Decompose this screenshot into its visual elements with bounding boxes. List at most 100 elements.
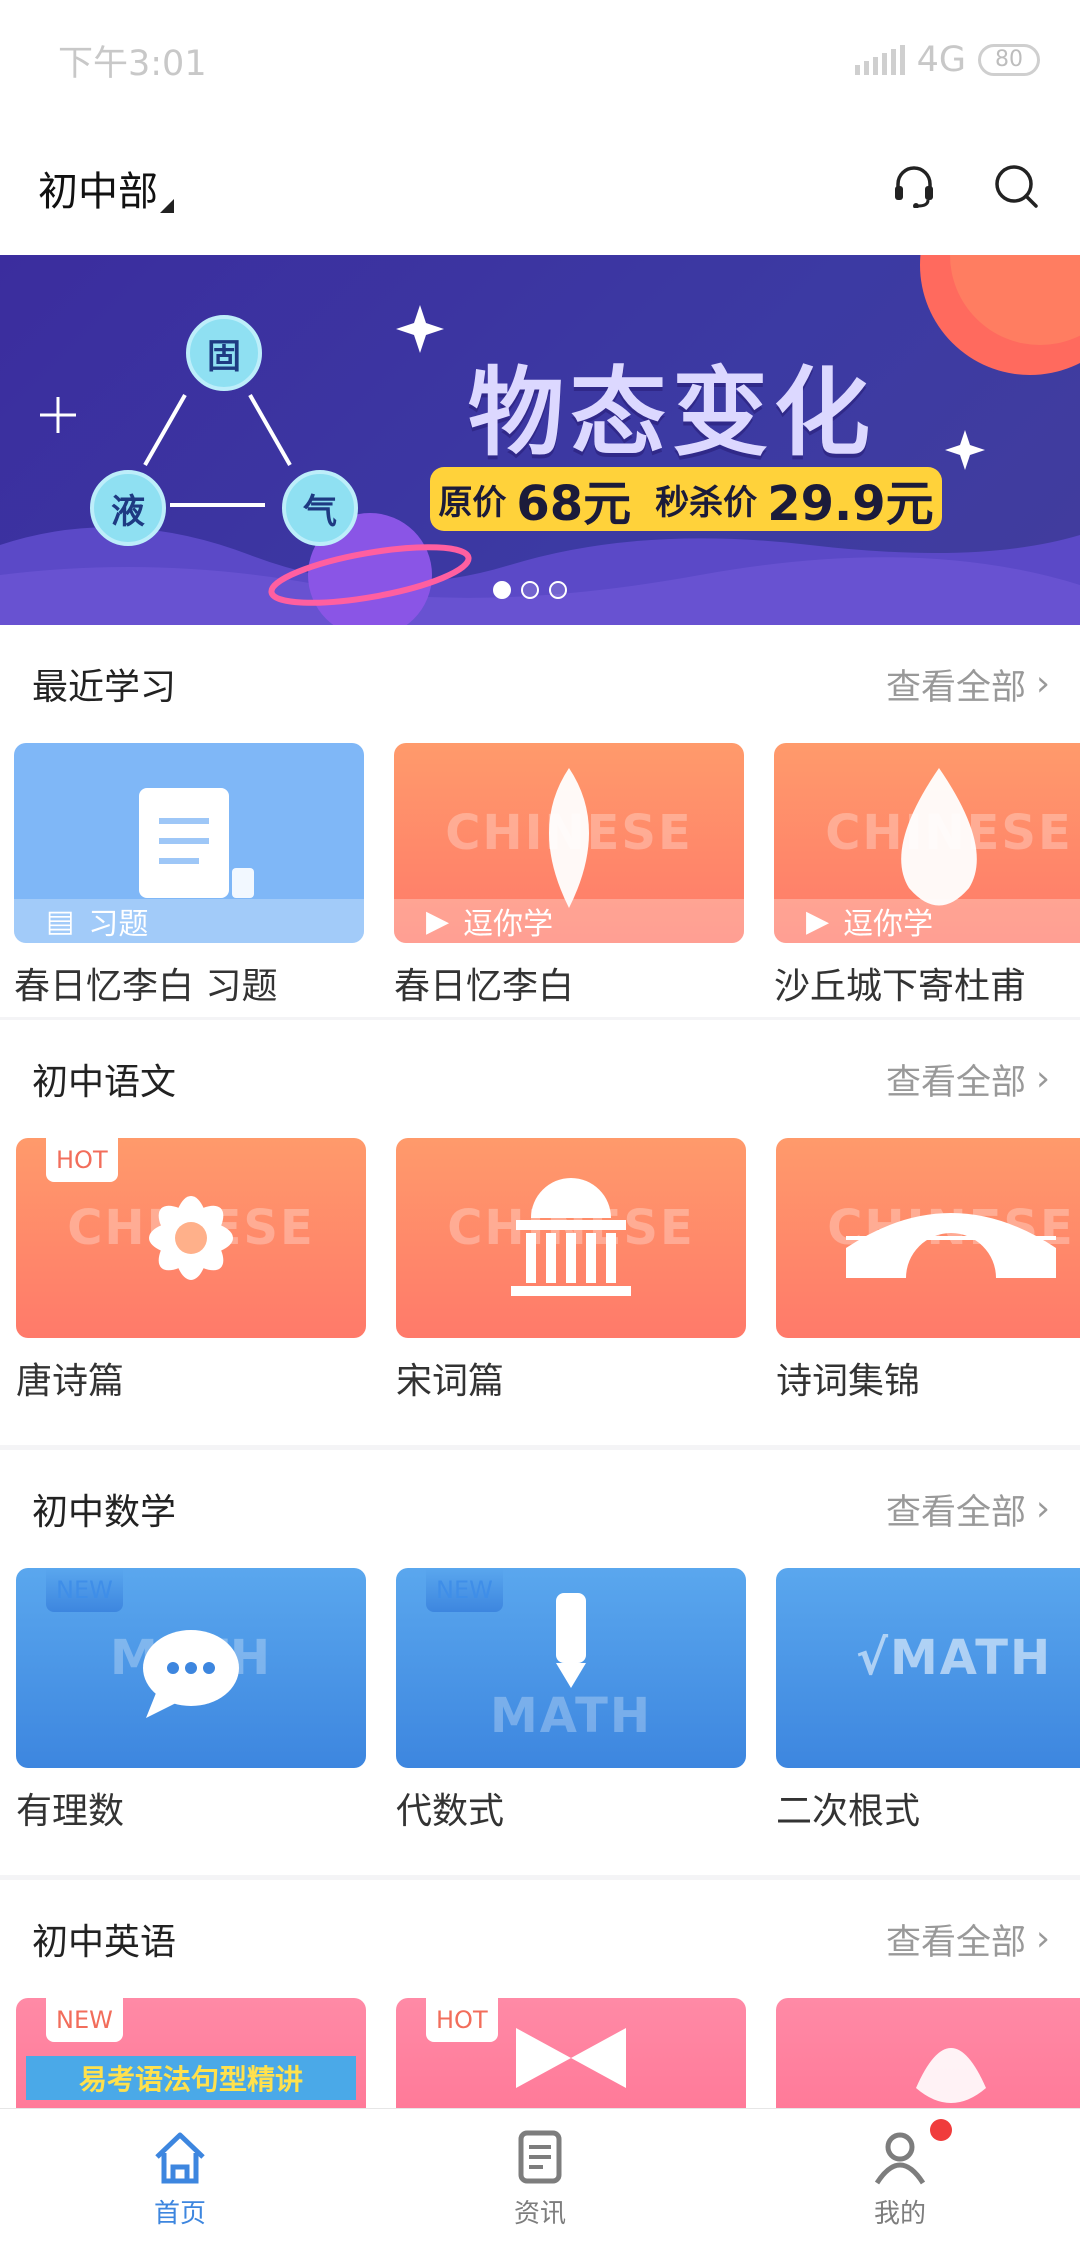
play-icon: ▶ bbox=[426, 903, 450, 939]
card-overlay-label: 逗你学 bbox=[843, 907, 934, 942]
card-overlay: ▶ 逗你学 bbox=[774, 899, 1080, 943]
section-title: 最近学习 bbox=[32, 667, 177, 708]
banner-pagination bbox=[0, 581, 1080, 599]
card-label[interactable]: 代数式 bbox=[396, 1782, 504, 1834]
card-label[interactable]: 宋词篇 bbox=[396, 1352, 504, 1404]
node-liquid: 液 bbox=[90, 470, 166, 546]
banner-price-tag: 原价 68元 秒杀价 29.9元 bbox=[430, 467, 942, 532]
search-icon[interactable] bbox=[992, 162, 1040, 214]
org-label: 初中部 bbox=[38, 168, 158, 215]
course-card[interactable]: NEW 易考语法句型精讲 bbox=[16, 1998, 366, 2108]
card-row: MATH NEW 有理数 MATH NEW 代数式 bbox=[0, 1568, 1080, 1868]
nav-label: 首页 bbox=[153, 2199, 206, 2229]
course-card[interactable]: CHINESE bbox=[776, 1138, 1080, 1338]
section-title: 初中英语 bbox=[32, 1922, 177, 1963]
banner-title: 物态变化 bbox=[468, 357, 876, 469]
section-header: 初中语文 查看全部 › bbox=[0, 1020, 1080, 1138]
hot-badge: HOT bbox=[46, 1138, 118, 1182]
new-badge: NEW bbox=[46, 1568, 123, 1612]
sale-price-label: 秒杀价 bbox=[655, 482, 758, 523]
course-card[interactable]: ▤ 习题 bbox=[14, 743, 364, 943]
pagination-dot[interactable] bbox=[521, 581, 539, 599]
building-icon bbox=[511, 1178, 631, 1296]
card-row: NEW 易考语法句型精讲 HOT bbox=[0, 1998, 1080, 2108]
promo-banner[interactable]: 固 液 气 物态变化 原价 68元 秒杀价 29.9元 bbox=[0, 255, 1080, 625]
status-time: 下午3:01 bbox=[58, 43, 207, 84]
home-icon bbox=[155, 2132, 205, 2184]
chevron-right-icon: › bbox=[1036, 1059, 1050, 1099]
card-label[interactable]: 二次根式 bbox=[776, 1782, 920, 1834]
course-card[interactable]: HOT bbox=[396, 1998, 746, 2108]
section-title: 初中数学 bbox=[32, 1492, 177, 1533]
new-badge: NEW bbox=[426, 1568, 503, 1612]
node-gas: 气 bbox=[282, 470, 358, 546]
course-card[interactable]: √MATH bbox=[776, 1568, 1080, 1768]
course-card[interactable] bbox=[776, 1998, 1080, 2108]
bridge-icon bbox=[846, 1213, 1056, 1278]
nav-label: 资讯 bbox=[513, 2199, 566, 2229]
section-math: 初中数学 查看全部 › MATH NEW 有理数 MATH bbox=[0, 1450, 1080, 1875]
signal-icon bbox=[854, 45, 905, 75]
course-card[interactable]: CHINESE ▶ 逗你学 bbox=[774, 743, 1080, 943]
course-card[interactable]: MATH NEW bbox=[396, 1568, 746, 1768]
view-all-label: 查看全部 bbox=[885, 1492, 1026, 1533]
card-label[interactable]: 唐诗篇 bbox=[16, 1352, 124, 1404]
app-home-screen: 下午3:01 4G 80 初中部 固 液 气 物态变化 原价 68元 秒杀价 2… bbox=[0, 0, 1080, 2248]
course-card[interactable]: MATH NEW bbox=[16, 1568, 366, 1768]
view-all-link[interactable]: 查看全部 › bbox=[886, 1914, 1050, 1965]
view-all-label: 查看全部 bbox=[885, 1062, 1026, 1103]
headset-icon[interactable] bbox=[892, 164, 936, 212]
section-english: 初中英语 查看全部 › NEW 易考语法句型精讲 HOT bbox=[0, 1880, 1080, 2108]
section-recent: 最近学习 查看全部 › ▤ 习题 春日忆李白 习题 ▶ 逗你学 春日忆李白 ▶ … bbox=[0, 625, 1080, 1017]
course-card[interactable]: CHINESE ▶ 逗你学 bbox=[394, 743, 744, 943]
course-card[interactable]: CHINESE bbox=[396, 1138, 746, 1338]
chevron-right-icon: › bbox=[1036, 1919, 1050, 1959]
card-overlay: ▶ 逗你学 bbox=[394, 899, 744, 943]
user-icon bbox=[874, 2132, 926, 2185]
section-header: 初中数学 查看全部 › bbox=[0, 1450, 1080, 1568]
original-price: 68元 bbox=[516, 476, 632, 532]
dropdown-triangle-icon bbox=[160, 198, 174, 213]
course-card[interactable]: CHINESE HOT bbox=[16, 1138, 366, 1338]
card-label[interactable]: 诗词集锦 bbox=[776, 1352, 920, 1404]
card-row: CHINESE HOT 唐诗篇 CHINESE bbox=[0, 1138, 1080, 1438]
view-all-link[interactable]: 查看全部 › bbox=[886, 1484, 1050, 1535]
view-all-label: 查看全部 bbox=[885, 667, 1026, 708]
pagination-dot[interactable] bbox=[493, 581, 511, 599]
notification-dot bbox=[930, 2119, 952, 2141]
card-row: ▤ 习题 春日忆李白 习题 CHINESE ▶ 逗你学 春日忆李白 CHINES… bbox=[0, 743, 1080, 1007]
header-actions bbox=[892, 162, 1040, 214]
section-header: 最近学习 查看全部 › bbox=[0, 625, 1080, 743]
card-overlay-label: 习题 bbox=[88, 907, 149, 942]
sale-price: 29.9元 bbox=[767, 476, 934, 532]
nav-label: 我的 bbox=[873, 2199, 926, 2229]
news-icon bbox=[518, 2130, 562, 2184]
lotus-icon bbox=[916, 2048, 986, 2103]
view-all-link[interactable]: 查看全部 › bbox=[886, 659, 1050, 710]
card-overlay: ▤ 习题 bbox=[14, 899, 364, 943]
section-header: 初中英语 查看全部 › bbox=[0, 1880, 1080, 1998]
course-title-banner: 易考语法句型精讲 bbox=[26, 2056, 356, 2100]
org-selector[interactable]: 初中部 bbox=[38, 159, 174, 217]
nav-home[interactable]: 首页 bbox=[0, 2109, 360, 2248]
play-icon: ▶ bbox=[806, 903, 830, 939]
battery-icon: 80 bbox=[978, 44, 1040, 76]
new-badge: NEW bbox=[46, 1998, 123, 2042]
nav-profile[interactable]: 我的 bbox=[720, 2109, 1080, 2248]
top-header: 初中部 bbox=[0, 120, 1080, 255]
card-overlay-label: 逗你学 bbox=[463, 907, 554, 942]
card-watermark: √MATH bbox=[856, 1630, 1053, 1686]
hot-badge: HOT bbox=[426, 1998, 498, 2042]
bottom-navigation: 首页 资讯 我的 bbox=[0, 2108, 1080, 2248]
exercise-icon: ▤ bbox=[46, 903, 75, 939]
nav-news[interactable]: 资讯 bbox=[360, 2109, 720, 2248]
chevron-right-icon: › bbox=[1036, 1489, 1050, 1529]
card-label[interactable]: 有理数 bbox=[16, 1782, 124, 1834]
card-label[interactable]: 沙丘城下寄杜甫 bbox=[774, 957, 1026, 1009]
network-label: 4G bbox=[916, 40, 966, 80]
pagination-dot[interactable] bbox=[549, 581, 567, 599]
card-label[interactable]: 春日忆李白 习题 bbox=[14, 957, 277, 1009]
card-label[interactable]: 春日忆李白 bbox=[394, 957, 574, 1009]
original-price-label: 原价 bbox=[438, 482, 507, 523]
view-all-link[interactable]: 查看全部 › bbox=[886, 1054, 1050, 1105]
